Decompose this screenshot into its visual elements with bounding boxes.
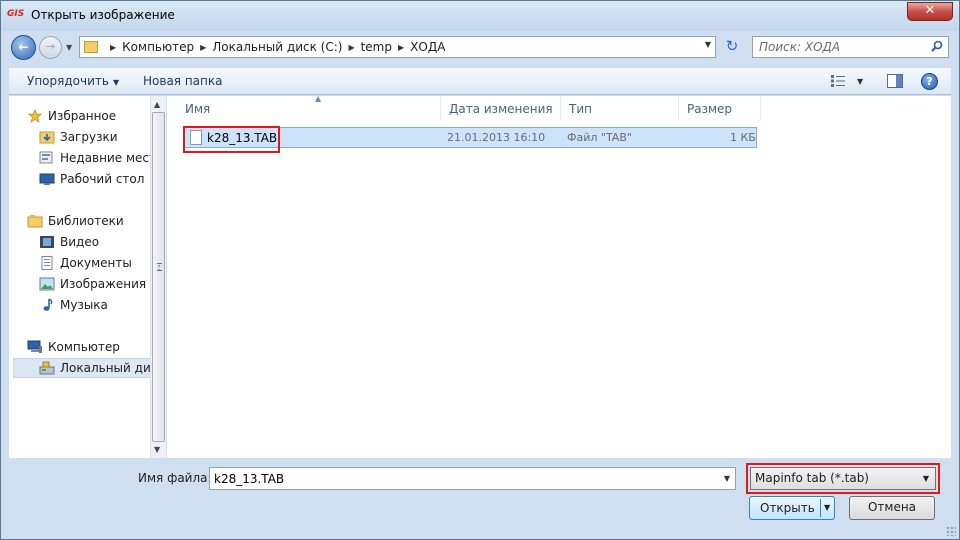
app-logo-icon: GIS	[7, 9, 25, 19]
column-header-size[interactable]: Размер	[679, 96, 761, 120]
arrow-right-icon: →	[45, 40, 56, 53]
breadcrumb-xoda[interactable]: ХОДА	[410, 40, 445, 54]
filename-label: Имя файла:	[138, 471, 212, 485]
address-dropdown-icon[interactable]: ▼	[705, 40, 711, 49]
highlight-annotation-file	[183, 126, 280, 153]
filename-input[interactable]	[214, 471, 704, 487]
title-bar[interactable]: GIS Открыть изображение ✕	[1, 1, 959, 31]
nav-item-documents[interactable]: Документы	[9, 253, 150, 273]
chevron-down-icon[interactable]: ▼	[724, 474, 730, 483]
libraries-icon	[27, 215, 43, 228]
refresh-icon: ↻	[725, 37, 739, 55]
chevron-right-icon[interactable]: ▶	[348, 43, 354, 52]
column-header-name[interactable]: Имя ▲	[177, 94, 441, 120]
organize-label: Упорядочить	[27, 74, 109, 88]
chevron-down-icon: ▼	[112, 78, 120, 87]
chevron-right-icon[interactable]: ▶	[110, 43, 116, 52]
column-header-date[interactable]: Дата изменения	[441, 96, 561, 120]
address-bar[interactable]: ▶ Компьютер ▶ Локальный диск (C:) ▶ temp…	[79, 36, 716, 58]
highlight-annotation-filter	[746, 463, 940, 494]
folder-icon	[84, 41, 98, 53]
close-button[interactable]: ✕	[907, 2, 953, 21]
breadcrumb: ▶ Компьютер ▶ Локальный диск (C:) ▶ temp…	[104, 40, 445, 54]
nav-item-label: Документы	[60, 256, 132, 270]
chevron-right-icon[interactable]: ▶	[398, 43, 404, 52]
grip-icon	[157, 263, 162, 271]
nav-item-downloads[interactable]: Загрузки	[9, 127, 150, 147]
search-input[interactable]	[759, 39, 924, 55]
recent-places-icon	[39, 151, 53, 164]
nav-item-favorites[interactable]: Избранное	[9, 106, 150, 126]
search-icon[interactable]	[931, 40, 943, 52]
change-view-icon[interactable]	[831, 75, 845, 87]
file-date: 21.01.2013 16:10	[447, 131, 546, 144]
filename-combobox[interactable]: ▼	[209, 467, 736, 490]
preview-pane-icon[interactable]	[887, 74, 903, 88]
nav-item-recent-places[interactable]: Недавние места	[9, 148, 163, 168]
breadcrumb-computer[interactable]: Компьютер	[122, 40, 194, 54]
nav-item-label: Изображения	[60, 277, 147, 291]
desktop-icon	[39, 173, 55, 185]
breadcrumb-temp[interactable]: temp	[361, 40, 392, 54]
nav-item-label: Недавние места	[60, 151, 164, 165]
nav-item-local-disk[interactable]: Локальный диск (C:)	[13, 358, 165, 378]
nav-item-label: Рабочий стол	[60, 172, 145, 186]
nav-item-label: Видео	[60, 235, 100, 249]
navigation-pane: Избранное Загрузки Недавние места Рабочи…	[9, 96, 166, 458]
column-header-label: Имя	[185, 102, 211, 116]
scrollbar-thumb[interactable]	[152, 112, 165, 442]
documents-icon	[41, 256, 53, 270]
open-image-dialog: GIS Открыть изображение ✕ ← → ▼ ▶ Компью…	[0, 0, 960, 540]
pictures-icon	[39, 277, 55, 291]
window-title: Открыть изображение	[31, 8, 175, 22]
column-header-type[interactable]: Тип	[561, 96, 679, 120]
file-list: Имя ▲ Дата изменения Тип Размер k28_13.T…	[167, 94, 951, 458]
video-icon	[40, 236, 54, 248]
command-bar: Упорядочить ▼ Новая папка ▼ ?	[9, 67, 951, 95]
forward-button[interactable]: →	[39, 36, 62, 59]
new-folder-button[interactable]: Новая папка	[143, 74, 222, 88]
scroll-down-icon[interactable]: ▼	[154, 445, 160, 454]
recent-pages-dropdown[interactable]: ▼	[66, 43, 72, 52]
navigation-pane-scrollbar[interactable]: ▲ ▼	[150, 96, 166, 458]
nav-item-pictures[interactable]: Изображения	[9, 274, 150, 294]
nav-item-libraries[interactable]: Библиотеки	[9, 211, 150, 231]
cancel-button[interactable]: Отмена	[849, 496, 935, 520]
view-options-dropdown[interactable]: ▼	[857, 77, 863, 86]
computer-icon	[27, 340, 42, 353]
organize-button[interactable]: Упорядочить ▼	[27, 74, 119, 88]
local-disk-icon	[39, 361, 55, 375]
nav-item-label: Музыка	[60, 298, 108, 312]
downloads-folder-icon	[39, 131, 55, 144]
open-button[interactable]: Открыть ▼	[749, 496, 835, 520]
file-type: Файл "TAB"	[567, 131, 632, 144]
nav-item-computer[interactable]: Компьютер	[9, 337, 150, 357]
nav-item-label: Библиотеки	[48, 214, 124, 228]
refresh-button[interactable]: ↻	[719, 36, 745, 58]
chevron-right-icon[interactable]: ▶	[200, 43, 206, 52]
resize-grip-icon[interactable]	[946, 526, 956, 536]
breadcrumb-local-disk[interactable]: Локальный диск (C:)	[212, 40, 342, 54]
sort-ascending-icon: ▲	[315, 94, 322, 103]
file-size: 1 КБ	[730, 131, 756, 144]
search-box[interactable]	[752, 36, 949, 58]
open-options-dropdown[interactable]: ▼	[820, 499, 830, 517]
nav-item-label: Компьютер	[48, 340, 120, 354]
nav-item-label: Избранное	[48, 109, 117, 123]
nav-item-music[interactable]: Музыка	[9, 295, 150, 315]
open-button-label: Открыть	[760, 501, 815, 515]
star-icon	[27, 109, 43, 123]
back-button[interactable]: ←	[11, 35, 36, 60]
nav-item-desktop[interactable]: Рабочий стол	[9, 169, 150, 189]
music-icon	[43, 298, 53, 311]
arrow-left-icon: ←	[18, 40, 29, 54]
nav-item-video[interactable]: Видео	[9, 232, 150, 252]
nav-item-label: Загрузки	[60, 130, 118, 144]
scroll-up-icon[interactable]: ▲	[154, 100, 160, 109]
help-icon[interactable]: ?	[921, 73, 938, 90]
